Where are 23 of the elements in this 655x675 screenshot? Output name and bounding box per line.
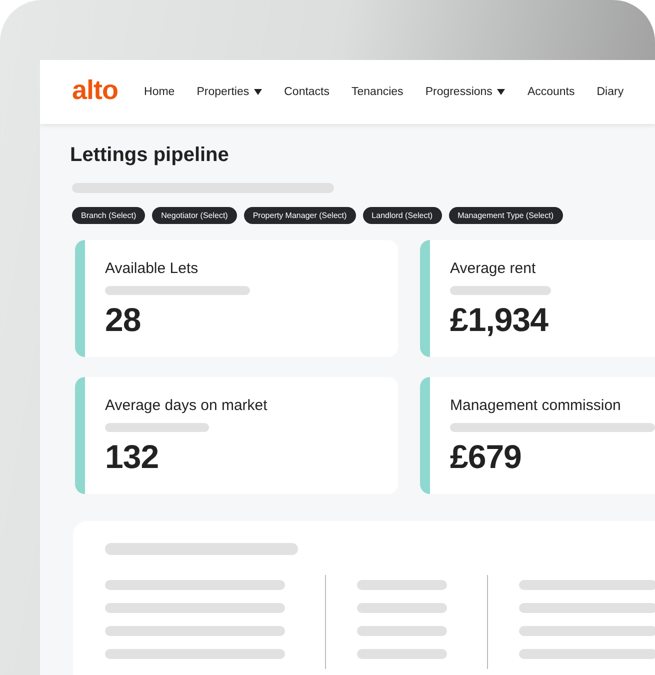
filter-chip[interactable]: Management Type (Select) xyxy=(448,207,562,224)
stat-label: Average days on market xyxy=(105,397,268,414)
stat-label: Available Lets xyxy=(105,260,198,277)
stat-value: £1,934 xyxy=(450,301,548,339)
filter-chip[interactable]: Negotiator (Select) xyxy=(152,207,237,224)
filter-chip[interactable]: Landlord (Select) xyxy=(362,207,442,224)
stat-value: £679 xyxy=(450,438,522,476)
nav-link[interactable]: Tenancies xyxy=(352,86,404,98)
nav-link[interactable]: Accounts xyxy=(527,86,575,98)
nav-link[interactable]: Home xyxy=(144,86,175,98)
page-title: Lettings pipeline xyxy=(70,144,230,167)
caret-icon xyxy=(254,89,262,95)
stat-value: 28 xyxy=(105,301,141,339)
stat-value: 132 xyxy=(105,438,159,476)
filter-chip[interactable]: Branch (Select) xyxy=(72,207,146,224)
nav-link[interactable]: Properties xyxy=(196,86,262,98)
stat-label: Average rent xyxy=(450,260,536,277)
nav-link[interactable]: Diary xyxy=(596,86,624,98)
nav-link[interactable]: Progressions xyxy=(425,86,506,98)
caret-icon xyxy=(497,89,506,95)
nav-link[interactable]: Contacts xyxy=(284,86,330,98)
stat-label: Management commission xyxy=(450,397,621,414)
filter-chip[interactable]: Property Manager (Select) xyxy=(244,207,356,224)
